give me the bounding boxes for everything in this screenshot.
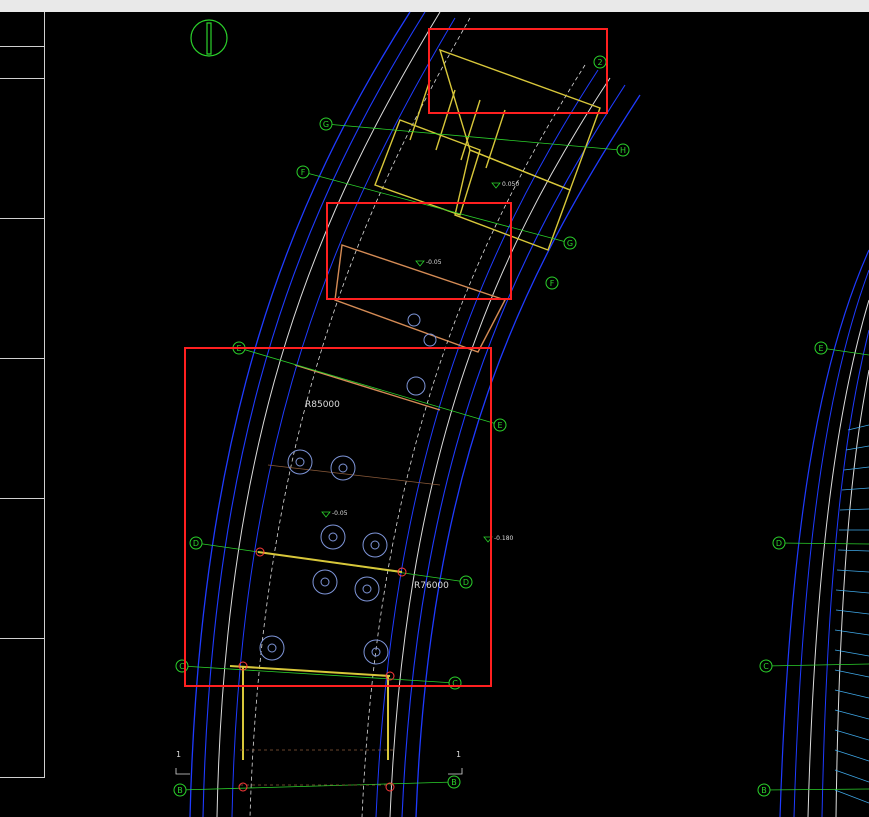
table-icon bbox=[423, 333, 437, 347]
svg-text:-0.05: -0.05 bbox=[426, 259, 442, 266]
svg-text:B: B bbox=[451, 778, 457, 787]
axis-bubble-g-right: G bbox=[563, 236, 577, 250]
table-icon bbox=[287, 449, 313, 475]
svg-text:G: G bbox=[323, 120, 329, 129]
section-marker-right: 1 bbox=[448, 750, 463, 775]
axis-bubble-b-right-corridor: B bbox=[757, 783, 771, 797]
level-marker-lower: -0.05 bbox=[321, 510, 348, 518]
axis-bubble-f-right: F bbox=[545, 276, 559, 290]
dimension-r85000: R85000 bbox=[305, 400, 340, 410]
axis-bubble-b-left: B bbox=[173, 783, 187, 797]
level-marker-right: -0.180 bbox=[483, 535, 514, 543]
axis-bubble-d-right-corridor: D bbox=[772, 536, 786, 550]
svg-text:0.050: 0.050 bbox=[502, 181, 519, 188]
axis-bubble-c-right: C bbox=[448, 676, 462, 690]
table-icon bbox=[354, 576, 380, 602]
axis-bubble-2: 2 bbox=[593, 55, 607, 69]
svg-text:H: H bbox=[620, 146, 626, 155]
axis-bubble-c-left: C bbox=[175, 659, 189, 673]
dimension-r76000: R76000 bbox=[414, 581, 449, 591]
axis-bubble-e-right: E bbox=[493, 418, 507, 432]
svg-text:G: G bbox=[567, 239, 573, 248]
svg-text:C: C bbox=[763, 662, 769, 671]
axis-lines bbox=[179, 123, 869, 791]
svg-text:2: 2 bbox=[597, 58, 602, 67]
axis-bubble-h: H bbox=[616, 143, 630, 157]
axis-bubble-f-left: F bbox=[296, 165, 310, 179]
svg-text:B: B bbox=[761, 786, 767, 795]
svg-text:D: D bbox=[463, 578, 469, 587]
annotation-box-bottom bbox=[184, 347, 492, 687]
upper-rooms bbox=[374, 48, 601, 251]
cad-drawing[interactable]: H G G F F E E D D C C B B 2 E D C B 1 1 … bbox=[0, 0, 869, 817]
svg-text:F: F bbox=[550, 279, 555, 288]
svg-text:D: D bbox=[193, 539, 199, 548]
table-icon bbox=[320, 524, 346, 550]
level-marker-mid: -0.05 bbox=[415, 259, 442, 267]
table-icon bbox=[362, 532, 388, 558]
furniture-tables bbox=[259, 313, 437, 665]
table-icon bbox=[259, 635, 285, 661]
right-stair-hatch bbox=[834, 424, 869, 804]
section-marker-left: 1 bbox=[175, 750, 190, 775]
svg-text:E: E bbox=[818, 344, 823, 353]
axis-bubble-g-top: G bbox=[319, 117, 333, 131]
table-icon bbox=[363, 639, 389, 665]
curved-corridor-outline bbox=[189, 11, 641, 817]
svg-text:F: F bbox=[301, 168, 306, 177]
right-corridor-outline bbox=[779, 249, 869, 817]
svg-text:1: 1 bbox=[456, 750, 461, 759]
axis-bubble-d-right: D bbox=[459, 575, 473, 589]
level-marker-upper: 0.050 bbox=[491, 181, 519, 189]
svg-text:1: 1 bbox=[176, 750, 181, 759]
axis-bubble-b-right: B bbox=[447, 775, 461, 789]
table-icon bbox=[407, 313, 421, 327]
svg-text:-0.05: -0.05 bbox=[332, 510, 348, 517]
axis-bubble-e-right-corridor: E bbox=[814, 341, 828, 355]
svg-text:E: E bbox=[497, 421, 502, 430]
table-icon bbox=[406, 376, 426, 396]
table-icon bbox=[330, 455, 356, 481]
table-icon bbox=[312, 569, 338, 595]
axis-bubble-c-right-corridor: C bbox=[759, 659, 773, 673]
svg-text:-0.180: -0.180 bbox=[494, 535, 514, 542]
svg-text:B: B bbox=[177, 786, 183, 795]
svg-text:D: D bbox=[776, 539, 782, 548]
axis-bubble-d-left: D bbox=[189, 536, 203, 550]
north-arrow-icon bbox=[190, 19, 228, 57]
annotation-boxes bbox=[184, 28, 608, 687]
